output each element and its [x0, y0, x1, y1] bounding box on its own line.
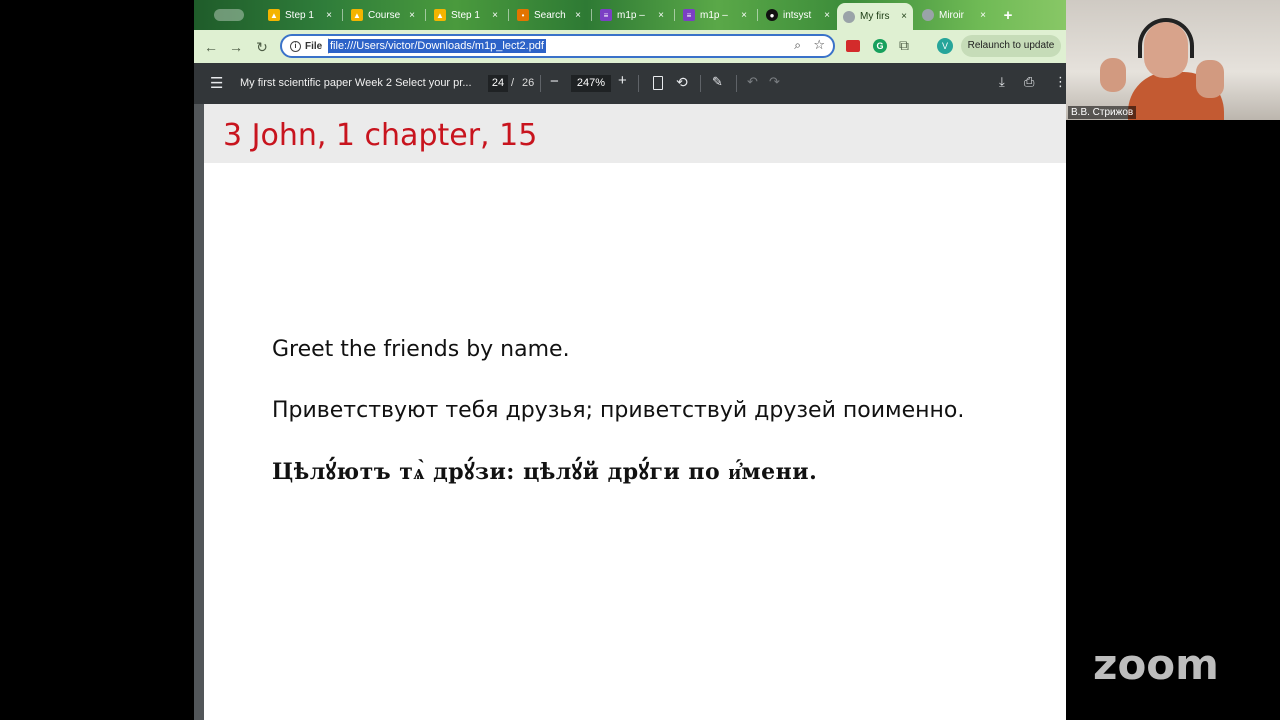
tab-m1p-b[interactable]: ≡ m1p – × [677, 3, 753, 27]
doc-icon: ≡ [683, 9, 695, 21]
page-separator: / [511, 77, 515, 89]
pdf-page: 3 John, 1 chapter, 15 Greet the friends … [204, 104, 1066, 720]
back-arrow-icon[interactable]: ← [202, 38, 220, 56]
fit-page-icon[interactable] [653, 76, 663, 90]
download-icon[interactable]: ⤓ [999, 74, 1005, 90]
tab-title: Step 1 [451, 9, 480, 21]
rotate-icon[interactable]: ⟲ [676, 74, 688, 91]
page-total: 26 [522, 77, 535, 89]
plus-icon: + [1003, 6, 1013, 24]
bookmark-star-icon[interactable]: ☆ [813, 37, 825, 53]
participant-hand [1100, 58, 1126, 92]
slide-title: 3 John, 1 chapter, 15 [223, 118, 538, 153]
extensions-puzzle-icon[interactable]: ⧉ [899, 37, 909, 54]
zoom-left-black-bar [0, 0, 194, 720]
menu-hamburger-icon[interactable]: ☰ [210, 74, 223, 92]
participant-hand [1196, 60, 1224, 98]
tab-title: Step 1 [285, 9, 314, 21]
zoom-out-icon[interactable]: − [550, 73, 559, 90]
redo-icon[interactable]: ↷ [769, 74, 780, 90]
zoom-logo: zoom [1093, 640, 1219, 689]
tab-step-1-b[interactable]: ▲ Step 1 × [428, 3, 504, 27]
tab-separator [342, 9, 343, 21]
globe-icon [922, 9, 934, 21]
verse-english: Greet the friends by name. [272, 337, 570, 362]
tab-close-icon[interactable]: × [492, 10, 498, 21]
verse-church-slavonic: Цѣлꙋ́ютъ тѧ̀ дрꙋ́зи: цѣлꙋ́й дрꙋ́ги по и҆… [272, 459, 818, 485]
tab-search[interactable]: • Search × [511, 3, 587, 27]
new-tab-button[interactable]: + [997, 3, 1019, 27]
tab-title: m1p – [617, 9, 645, 21]
undo-icon[interactable]: ↶ [747, 74, 758, 90]
tab-separator [674, 9, 675, 21]
tab-close-icon[interactable]: × [980, 10, 986, 21]
more-options-icon[interactable]: ⋮ [1054, 74, 1066, 90]
browser-window: ▲ Step 1 × ▲ Course × ▲ Step 1 × • Searc… [194, 0, 1066, 720]
url-text[interactable]: file:///Users/victor/Downloads/m1p_lect2… [328, 39, 546, 53]
tab-separator [508, 9, 509, 21]
zoom-level-input[interactable]: 247% [571, 75, 611, 92]
tab-close-icon[interactable]: × [901, 11, 907, 22]
print-icon[interactable]: ⎙ [1024, 74, 1034, 90]
info-icon: i [290, 40, 301, 52]
grey-pill-icon [214, 9, 244, 21]
tab-m1p-a[interactable]: ≡ m1p – × [594, 3, 670, 27]
tab-miroir[interactable]: Miroir × [916, 3, 992, 27]
toolbar-divider [540, 75, 541, 92]
annotate-pen-icon[interactable]: ✎ [712, 74, 723, 90]
globe-icon [843, 10, 855, 23]
tab-intsyst[interactable]: ● intsyst × [760, 3, 836, 27]
zoom-right-black-bar [1066, 120, 1280, 720]
drive-icon: ▲ [434, 9, 446, 21]
tab-separator [425, 9, 426, 21]
page-number-input[interactable]: 24 [488, 75, 508, 92]
tab-my-first-active[interactable]: My firs × [837, 3, 913, 30]
participant-name-label: В.В. Стрижов [1068, 106, 1137, 119]
relaunch-to-update-button[interactable]: Relaunch to update [961, 35, 1061, 57]
address-bar[interactable]: i File file:///Users/victor/Downloads/m1… [280, 34, 835, 58]
tab-title: Miroir [939, 9, 964, 21]
tab-title: m1p – [700, 9, 728, 21]
toolbar-divider [736, 75, 737, 92]
tab-title: Course [368, 9, 401, 21]
tab-title: intsyst [783, 9, 812, 21]
tab-title: My firs [860, 11, 890, 22]
tab-separator [591, 9, 592, 21]
pdf-toolbar: ☰ My first scientific paper Week 2 Selec… [194, 63, 1066, 104]
tab-course[interactable]: ▲ Course × [345, 3, 421, 27]
tab-title: Search [534, 9, 566, 21]
reload-icon[interactable]: ↻ [253, 38, 271, 56]
browser-toolbar: ← → ↻ i File file:///Users/victor/Downlo… [194, 30, 1066, 63]
zoom-magnifier-icon[interactable]: ⌕ [794, 38, 801, 53]
pdf-viewport[interactable]: 3 John, 1 chapter, 15 Greet the friends … [194, 104, 1066, 720]
tab-close-icon[interactable]: × [326, 10, 332, 21]
tab-pinned[interactable] [208, 3, 248, 27]
forward-arrow-icon[interactable]: → [227, 38, 245, 56]
toolbar-divider [700, 75, 701, 92]
tab-close-icon[interactable]: × [741, 10, 747, 21]
tab-close-icon[interactable]: × [409, 10, 415, 21]
zoom-in-icon[interactable]: + [618, 72, 627, 89]
tab-close-icon[interactable]: × [575, 10, 581, 21]
slide-header-band: 3 John, 1 chapter, 15 [204, 104, 1066, 163]
search-icon: • [517, 9, 529, 21]
tab-separator [757, 9, 758, 21]
site-info-chip[interactable]: i File [286, 38, 330, 54]
profile-avatar[interactable]: V [937, 38, 953, 54]
tab-step-1[interactable]: ▲ Step 1 × [262, 3, 338, 27]
verse-russian: Приветствуют тебя друзья; приветствуй др… [272, 398, 965, 423]
zoom-video-tile[interactable]: В.В. Стрижов [1066, 0, 1280, 120]
scheme-label: File [305, 40, 323, 52]
tab-strip: ▲ Step 1 × ▲ Course × ▲ Step 1 × • Searc… [194, 0, 1066, 30]
drive-icon: ▲ [351, 9, 363, 21]
tab-close-icon[interactable]: × [824, 10, 830, 21]
drive-icon: ▲ [268, 9, 280, 21]
doc-icon: ≡ [600, 9, 612, 21]
toolbar-divider [638, 75, 639, 92]
extension-red-icon[interactable] [846, 40, 860, 52]
tab-close-icon[interactable]: × [658, 10, 664, 21]
github-icon: ● [766, 9, 778, 21]
grammarly-icon[interactable]: G [873, 39, 887, 53]
pdf-document-title: My first scientific paper Week 2 Select … [240, 77, 472, 89]
